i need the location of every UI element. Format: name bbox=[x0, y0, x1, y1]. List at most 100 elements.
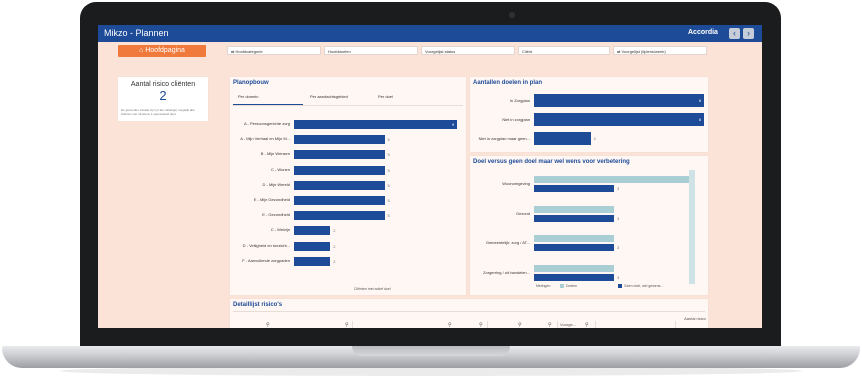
planopbouw-title: Planopbouw bbox=[233, 80, 269, 86]
search-icon[interactable]: ⚲ bbox=[479, 322, 483, 328]
row-label: E - Mijn Gezondheid bbox=[253, 197, 290, 202]
bar-geen-doel[interactable] bbox=[534, 273, 614, 281]
tab-divider bbox=[233, 105, 463, 106]
bar[interactable] bbox=[294, 226, 331, 236]
detail-col-voorgelijst[interactable]: Voorge... ⚲ bbox=[558, 321, 596, 328]
bar-geen-doel[interactable] bbox=[534, 214, 614, 222]
bar-value: 9 bbox=[452, 122, 455, 127]
bar[interactable] bbox=[294, 135, 385, 145]
bar-doelen[interactable] bbox=[534, 235, 614, 242]
doelen-panel: Aantallen doelen in plan In Zorgplan 6 Nie… bbox=[470, 77, 708, 152]
search-icon[interactable]: ⚲ bbox=[345, 322, 349, 328]
row-label: Zorgerring / uit handelen... bbox=[483, 269, 530, 275]
bar-geen-doel[interactable] bbox=[534, 244, 614, 251]
bar-value: 2 bbox=[333, 228, 336, 234]
bar-geen-doel[interactable] bbox=[534, 185, 614, 192]
bar-value: 5 bbox=[387, 167, 390, 173]
bar-value: 3 bbox=[617, 186, 620, 191]
bar-value: 2 bbox=[333, 243, 336, 249]
filter-status[interactable]: Voorgelijst status bbox=[421, 46, 515, 55]
detail-title: Detaillijst risico's bbox=[233, 302, 283, 308]
detail-col-1[interactable]: ⚲ ⚲ bbox=[233, 321, 353, 328]
row-label: Woonomgeving bbox=[502, 181, 530, 186]
bar[interactable] bbox=[294, 180, 385, 190]
bar-doelen[interactable] bbox=[534, 205, 614, 213]
detail-col-6[interactable] bbox=[596, 321, 676, 328]
row-label: Gemeentelijk: zorg / AT... bbox=[485, 240, 530, 245]
versus-panel: Doel versus geen doel maar wel wens voor… bbox=[470, 156, 708, 295]
kpi-card: Aantal risico cliënten 2 De gevonden sit… bbox=[118, 77, 208, 121]
row-label: E - Gezondheid bbox=[262, 212, 290, 218]
filter-voorgelijst[interactable]: ⇄ Voorgelijst (tijdens/week) bbox=[613, 46, 707, 55]
detail-col-label: Voorge... bbox=[560, 322, 577, 327]
row-label: C - Wonen bbox=[270, 166, 290, 172]
row-label: F - Aanvullende zorgpaden bbox=[242, 257, 290, 263]
row-label: D - Veiligheid en toezicht... bbox=[242, 242, 290, 248]
detail-col-label: Aantal risico bbox=[684, 316, 706, 321]
planopbouw-footer: Cliënten met actief doel bbox=[354, 287, 391, 291]
bar[interactable] bbox=[534, 113, 704, 126]
tab-per-domein[interactable]: Per domein bbox=[238, 94, 258, 99]
nav-prev-button[interactable]: ‹ bbox=[729, 28, 740, 39]
bar[interactable] bbox=[294, 120, 457, 129]
bar-value: 5 bbox=[387, 152, 390, 158]
bar[interactable] bbox=[534, 132, 591, 145]
search-icon[interactable]: ⚲ bbox=[585, 322, 589, 328]
home-button[interactable]: ⌂ Hoofdpagina bbox=[118, 45, 206, 57]
row-label: B - Mijn Wensen bbox=[260, 151, 290, 157]
bar[interactable] bbox=[534, 94, 704, 107]
legend-label-geen-doel: Geen doel, wel gewens... bbox=[624, 284, 664, 288]
bar-value: 5 bbox=[387, 198, 390, 203]
search-icon[interactable]: ⚲ bbox=[266, 322, 270, 328]
camera-icon bbox=[509, 12, 515, 18]
doelen-title: Aantallen doelen in plan bbox=[473, 80, 543, 86]
row-label: Niet in zorgplan maar geen... bbox=[478, 136, 530, 141]
legend-swatch-doelen bbox=[560, 284, 564, 288]
bar-value: 3 bbox=[617, 245, 620, 250]
row-label: A - Mijn Verhaal en Mijn M... bbox=[240, 136, 290, 142]
filter-client[interactable]: Cliënt bbox=[518, 46, 610, 55]
bar[interactable] bbox=[294, 165, 385, 175]
detail-col-aantal[interactable]: Aantal risico bbox=[676, 317, 706, 328]
legend-swatch-geen-doel bbox=[618, 284, 622, 288]
row-label: D - Mijn Wereld bbox=[262, 181, 291, 187]
bar-value: 5 bbox=[387, 182, 390, 188]
bar-value: 5 bbox=[387, 137, 390, 143]
kpi-note: De gevonden situatie zijn (of als volled… bbox=[121, 108, 195, 116]
detail-divider bbox=[233, 311, 705, 312]
bar-value: 6 bbox=[699, 117, 702, 122]
versus-title: Doel versus geen doel maar wel wens voor… bbox=[473, 159, 630, 165]
search-icon[interactable]: ⚲ bbox=[548, 322, 552, 328]
bar[interactable] bbox=[294, 150, 385, 160]
bar-value: 6 bbox=[699, 98, 702, 103]
bar[interactable] bbox=[294, 256, 331, 266]
bar-value: 3 bbox=[617, 215, 620, 221]
bar-doelen[interactable] bbox=[534, 176, 694, 183]
filter-hoofdcategorie[interactable]: ⇄ Hoofdcategorie bbox=[227, 46, 321, 55]
app-screen: Mikzo - Plannen Accordia ‹ › ⌂ Hoofdpagi… bbox=[98, 25, 762, 328]
legend-label-doelen: Doelen bbox=[566, 284, 578, 288]
app-title: Mikzo - Plannen bbox=[104, 28, 169, 38]
row-label: Gezond bbox=[515, 210, 530, 216]
search-icon[interactable]: ⚲ bbox=[518, 322, 522, 328]
bar-doelen[interactable] bbox=[534, 264, 614, 272]
tab-per-doel[interactable]: Per doel bbox=[378, 94, 393, 99]
row-label: A - Persoonsgerichte zorg bbox=[243, 121, 290, 126]
kpi-value: 2 bbox=[159, 88, 167, 103]
filter-hoofddoelen[interactable]: Hoofddoelen bbox=[324, 46, 418, 55]
detail-col-3[interactable]: ⚲ ⚲ bbox=[488, 321, 558, 328]
bar-value: 5 bbox=[387, 213, 390, 219]
bar-value: 2 bbox=[333, 258, 336, 264]
row-label: Niet in zorgplan bbox=[502, 117, 530, 122]
app-header: Mikzo - Plannen Accordia ‹ › bbox=[98, 25, 762, 42]
bar-value: 2 bbox=[593, 136, 596, 141]
bar[interactable] bbox=[294, 211, 385, 221]
bar[interactable] bbox=[294, 241, 331, 251]
nav-next-button[interactable]: › bbox=[743, 28, 754, 39]
bar[interactable] bbox=[294, 196, 385, 205]
org-name: Accordia bbox=[688, 29, 718, 36]
tab-per-aandachtsgebied[interactable]: Per aandachtsgebied bbox=[310, 94, 348, 99]
detail-col-2[interactable]: ⚲ ⚲ bbox=[353, 321, 488, 328]
search-icon[interactable]: ⚲ bbox=[448, 322, 452, 328]
scrollbar[interactable] bbox=[689, 170, 695, 284]
